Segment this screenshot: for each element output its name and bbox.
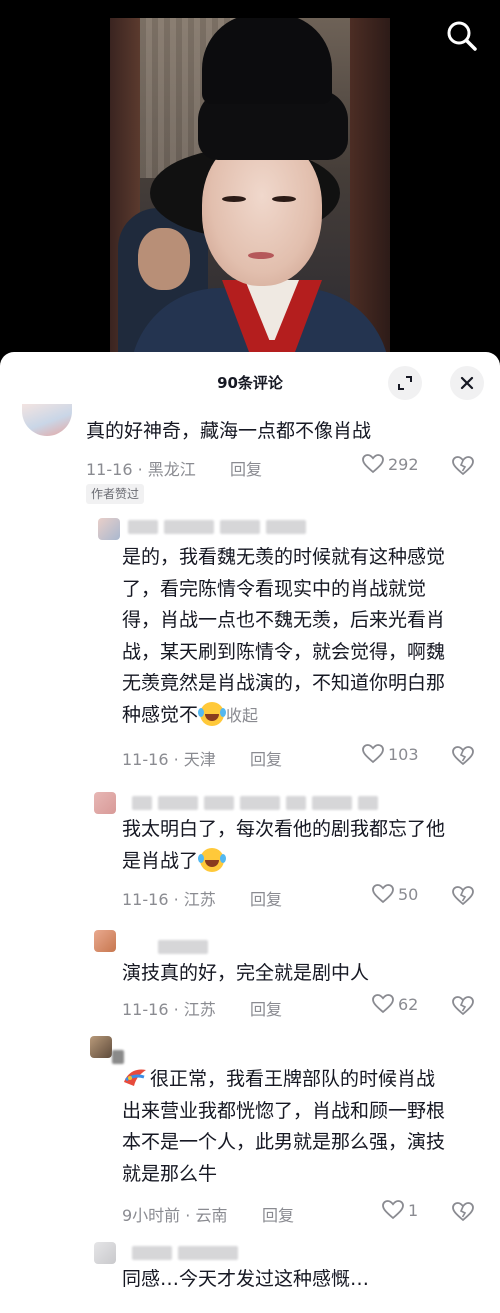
comment-line: 了，看完陈情令看现实中的肖战就觉 xyxy=(122,577,427,600)
author-liked-badge: 作者赞过 xyxy=(86,484,145,504)
close-icon xyxy=(460,376,474,390)
reply-button[interactable]: 回复 xyxy=(230,456,262,480)
comment-meta: 11-16 · 天津 xyxy=(122,750,216,769)
comment-item: 是的，我看魏无羡的时候就有这种感觉 了，看完陈情令看现实中的肖战就觉 得，肖战一… xyxy=(0,514,500,769)
heart-icon xyxy=(362,744,384,764)
comment-line-text: 很正常，我看王牌部队的时候肖战 xyxy=(150,1068,436,1090)
like-count: 50 xyxy=(398,884,419,904)
lips xyxy=(248,252,274,259)
like-count: 103 xyxy=(388,744,419,764)
collapse-button[interactable]: 收起 xyxy=(226,706,258,725)
like-count: 62 xyxy=(398,994,419,1014)
username-blurred[interactable] xyxy=(112,1050,124,1064)
eye-right xyxy=(272,196,296,202)
heart-icon xyxy=(362,454,384,474)
reply-button[interactable]: 回复 xyxy=(262,1202,294,1226)
comment-line: 很正常，我看王牌部队的时候肖战 xyxy=(122,1064,492,1096)
avatar[interactable] xyxy=(98,518,120,540)
comment-item: 我太明白了，每次看他的剧我都忘了他 是肖战了 11-16 · 江苏 回复 50 xyxy=(0,792,500,912)
comment-item: 演技真的好，完全就是剧中人 11-16 · 江苏 回复 62 xyxy=(0,930,500,1030)
pillar-right xyxy=(350,18,390,356)
comment-line: 出来营业我都恍惚了，肖战和顾一野根 xyxy=(122,1099,446,1122)
laugh-cry-emoji xyxy=(198,847,227,872)
comment-text: 真的好神奇，藏海一点都不像肖战 xyxy=(86,420,372,442)
dislike-icon[interactable] xyxy=(452,456,474,476)
dislike-icon[interactable] xyxy=(452,996,474,1016)
username-blurred[interactable] xyxy=(158,940,208,954)
comment-text: 同感…今天才发过这种感慨… xyxy=(122,1268,370,1290)
heart-icon xyxy=(372,994,394,1014)
comment-item: 很正常，我看王牌部队的时候肖战 出来营业我都恍惚了，肖战和顾一野根 本不是一个人… xyxy=(0,1036,500,1226)
comment-line: 种感觉不 收起 xyxy=(122,700,492,732)
comment-text: 是的，我看魏无羡的时候就有这种感觉 了，看完陈情令看现实中的肖战就觉 得，肖战一… xyxy=(122,542,492,731)
comment-line: 本不是一个人，此男就是那么强，演技 xyxy=(122,1131,446,1153)
comment-line: 是肖战了 xyxy=(122,846,492,878)
comment-line-text: 种感觉不 xyxy=(122,703,199,726)
search-icon xyxy=(447,21,477,51)
comment-sheet-header: 90条评论 xyxy=(0,352,500,410)
like-button[interactable]: 292 xyxy=(362,454,419,474)
like-count: 292 xyxy=(388,454,419,474)
laugh-cry-emoji xyxy=(198,701,227,726)
avatar[interactable] xyxy=(22,404,72,436)
comment-meta: 11-16 · 江苏 xyxy=(122,890,216,909)
comment-line: 无羡竟然是肖战演的，不知道你明白那 xyxy=(122,672,446,694)
comment-item: 真的好神奇，藏海一点都不像肖战 11-16 · 黑龙江 回复 292 作者赞过 xyxy=(0,404,500,510)
search-button[interactable] xyxy=(440,14,484,58)
comment-meta: 11-16 · 江苏 xyxy=(122,1000,216,1019)
username-blurred[interactable] xyxy=(132,796,378,810)
avatar[interactable] xyxy=(94,792,116,814)
bird-emoji xyxy=(122,1066,148,1088)
comment-text: 很正常，我看王牌部队的时候肖战 出来营业我都恍惚了，肖战和顾一野根 本不是一个人… xyxy=(122,1064,492,1190)
avatar[interactable] xyxy=(94,930,116,952)
like-count: 1 xyxy=(408,1200,419,1220)
dislike-icon[interactable] xyxy=(452,886,474,906)
heart-icon xyxy=(372,884,394,904)
video-player[interactable] xyxy=(0,0,500,356)
expand-button[interactable] xyxy=(388,366,422,400)
comment-line: 我太明白了，每次看他的剧我都忘了他 xyxy=(122,818,446,840)
comment-sheet: 90条评论 真的好神奇，藏海一点都不像肖战 11-16 · 黑龙江 回复 292… xyxy=(0,352,500,1313)
like-button[interactable]: 1 xyxy=(382,1200,418,1220)
reply-button[interactable]: 回复 xyxy=(250,746,282,770)
reply-button[interactable]: 回复 xyxy=(250,996,282,1020)
avatar[interactable] xyxy=(94,1242,116,1264)
reply-button[interactable]: 回复 xyxy=(250,886,282,910)
close-button[interactable] xyxy=(450,366,484,400)
username-blurred[interactable] xyxy=(128,520,306,534)
like-button[interactable]: 50 xyxy=(372,884,418,904)
like-button[interactable]: 62 xyxy=(372,994,418,1014)
eye-left xyxy=(222,196,246,202)
expand-icon xyxy=(398,376,412,390)
comment-line: 得，肖战一点也不魏无羡，后来光看肖 xyxy=(122,609,446,631)
hat-top xyxy=(202,18,332,104)
comment-count-title: 90条评论 xyxy=(217,374,283,392)
background-figure-head xyxy=(138,228,190,290)
dislike-icon[interactable] xyxy=(452,1202,474,1222)
username-blurred[interactable] xyxy=(132,1246,238,1260)
comment-line-text: 是肖战了 xyxy=(122,849,199,872)
comment-line: 是的，我看魏无羡的时候就有这种感觉 xyxy=(122,546,446,568)
comment-text: 我太明白了，每次看他的剧我都忘了他 是肖战了 xyxy=(122,814,492,877)
comment-item: 同感…今天才发过这种感慨… xyxy=(0,1242,500,1313)
comment-line: 战，某天刷到陈情令，就会觉得，啊魏 xyxy=(122,640,446,663)
comment-meta: 9小时前 · 云南 xyxy=(122,1206,228,1225)
comment-text: 演技真的好，完全就是剧中人 xyxy=(122,962,370,984)
comment-meta: 11-16 · 黑龙江 xyxy=(86,460,196,479)
heart-icon xyxy=(382,1200,404,1220)
like-button[interactable]: 103 xyxy=(362,744,419,764)
dislike-icon[interactable] xyxy=(452,746,474,766)
avatar[interactable] xyxy=(90,1036,112,1058)
comment-line: 就是那么牛 xyxy=(122,1162,218,1185)
video-frame-image xyxy=(110,18,390,356)
